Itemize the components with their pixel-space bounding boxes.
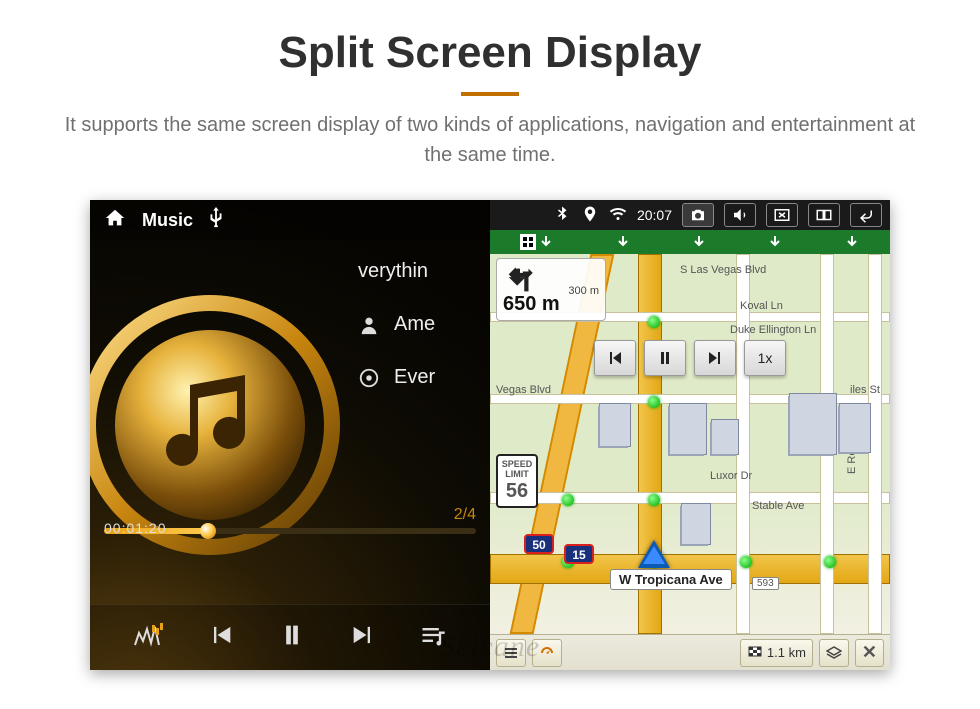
- address-pin: 593: [752, 577, 779, 590]
- street-label: Duke Ellington Ln: [730, 324, 816, 336]
- navigation-panel: 20:07: [490, 200, 890, 670]
- vehicle-cursor: [638, 540, 670, 568]
- music-controls: [90, 604, 490, 670]
- download-strip: [490, 230, 890, 254]
- traffic-light-icon: [824, 556, 836, 568]
- traffic-light-icon: [648, 316, 660, 328]
- page-subtitle: It supports the same screen display of t…: [50, 110, 930, 170]
- turn-distance-now: 650 m: [503, 293, 599, 316]
- traffic-light-icon: [740, 556, 752, 568]
- volume-button[interactable]: [724, 203, 756, 227]
- device-frame: Music: [90, 200, 890, 670]
- building: [670, 404, 706, 454]
- album-name: Ever: [394, 366, 435, 389]
- turn-left-icon: [503, 263, 537, 297]
- artist-name: Ame: [394, 313, 435, 336]
- close-route-button[interactable]: ✕: [855, 639, 884, 667]
- building: [712, 420, 738, 454]
- sim-prev-button[interactable]: [594, 340, 636, 376]
- speed-label: LIMIT: [505, 470, 529, 480]
- street-label: Koval Ln: [740, 300, 783, 312]
- progress-section: 2/4 00:01:20: [104, 506, 476, 534]
- music-panel: Music: [90, 200, 490, 670]
- pause-button[interactable]: [278, 621, 306, 654]
- track-title-row: verythin: [358, 260, 490, 283]
- sim-next-button[interactable]: [694, 340, 736, 376]
- traffic-light-icon: [648, 396, 660, 408]
- music-topbar: Music: [90, 200, 490, 240]
- track-title: verythin: [358, 260, 428, 283]
- sim-speed-button[interactable]: 1x: [744, 340, 786, 376]
- route-shield: 50: [524, 534, 554, 554]
- building: [682, 504, 710, 544]
- prev-track-button[interactable]: [207, 621, 235, 654]
- elapsed-time: 00:01:20: [104, 520, 167, 536]
- music-app-label: Music: [142, 210, 193, 231]
- music-body: verythin Ame Ever 2/4: [90, 240, 490, 604]
- page-title: Split Screen Display: [0, 28, 980, 78]
- route-flag-button[interactable]: 1.1 km: [740, 639, 813, 667]
- title-underline: [461, 92, 519, 96]
- clock-time: 20:07: [637, 207, 672, 223]
- building: [840, 404, 870, 452]
- equalizer-icon[interactable]: [133, 621, 165, 654]
- street-label: Luxor Dr: [710, 470, 752, 482]
- back-button[interactable]: [850, 203, 882, 227]
- track-meta: verythin Ame Ever: [358, 260, 490, 389]
- bluetooth-icon: [553, 205, 571, 226]
- split-screen-button[interactable]: [808, 203, 840, 227]
- disc-icon: [358, 367, 380, 389]
- street-label: iles St: [850, 384, 880, 396]
- sim-pause-button[interactable]: [644, 340, 686, 376]
- artist-row: Ame: [358, 313, 490, 336]
- remaining-distance: 1.1 km: [767, 645, 806, 660]
- route-shield: 15: [564, 544, 594, 564]
- building: [600, 404, 630, 446]
- next-track-button[interactable]: [349, 621, 377, 654]
- usb-icon[interactable]: [209, 207, 223, 234]
- wifi-icon: [609, 205, 627, 226]
- home-icon[interactable]: [104, 207, 126, 234]
- close-app-button[interactable]: [766, 203, 798, 227]
- street-label: Vegas Blvd: [496, 384, 551, 396]
- watermark: Seicane: [440, 630, 540, 664]
- map-canvas[interactable]: S Las Vegas Blvd Koval Ln Duke Ellington…: [490, 254, 890, 634]
- person-icon: [358, 314, 380, 336]
- album-row: Ever: [358, 366, 490, 389]
- street-label: S Las Vegas Blvd: [680, 264, 766, 276]
- traffic-light-icon: [562, 494, 574, 506]
- speed-value: 56: [506, 480, 528, 502]
- current-road-label: W Tropicana Ave: [610, 569, 732, 590]
- traffic-light-icon: [648, 494, 660, 506]
- layers-button[interactable]: [819, 639, 849, 667]
- system-status-bar: 20:07: [490, 200, 890, 230]
- turn-panel: 300 m 650 m: [496, 258, 606, 321]
- street-label: Stable Ave: [752, 500, 804, 512]
- nav-bottom-bar: 1.1 km ✕: [490, 634, 890, 670]
- screenshot-button[interactable]: [682, 203, 714, 227]
- speed-limit-sign: SPEED LIMIT 56: [496, 454, 538, 508]
- building: [790, 394, 836, 454]
- location-icon: [581, 205, 599, 226]
- road: [868, 254, 882, 634]
- sim-controls: 1x: [490, 340, 890, 376]
